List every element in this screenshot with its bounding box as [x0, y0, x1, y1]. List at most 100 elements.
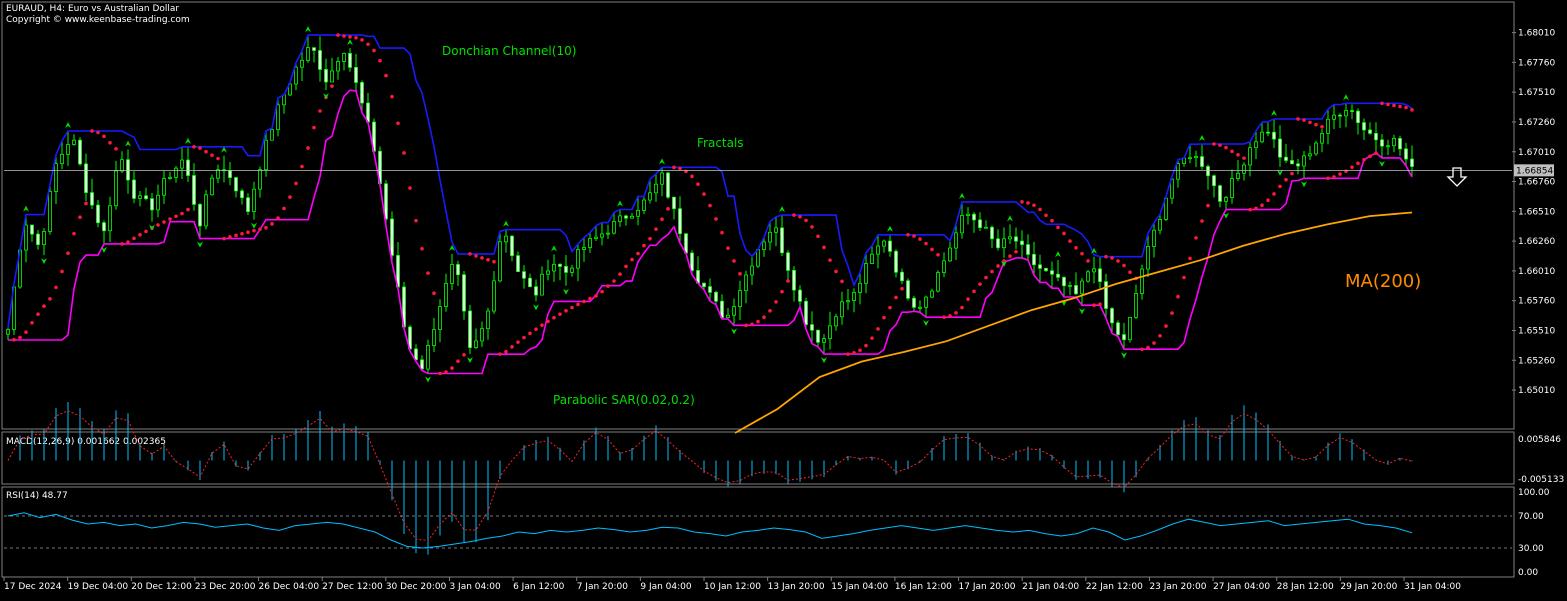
candle-body [360, 82, 364, 104]
sar-dot [498, 352, 502, 356]
candle-body [120, 159, 124, 172]
time-tick-label: 6 Jan 12:00 [513, 582, 565, 592]
candle-body [954, 232, 958, 249]
fractal-down [251, 222, 257, 229]
candle-body [474, 340, 478, 348]
rsi-line [7, 512, 1413, 549]
sar-dot [1290, 171, 1294, 176]
candle-body [1260, 131, 1264, 143]
candle-body [246, 197, 250, 212]
candle-body [918, 306, 922, 309]
sar-dot [660, 217, 664, 222]
fractal-down [1223, 212, 1229, 219]
sar-dot [924, 241, 928, 246]
price-tick-label: 1.65260 [1518, 356, 1555, 366]
sar-dot [960, 305, 964, 310]
candle-body [672, 196, 676, 210]
candle-body [318, 50, 322, 70]
candle-body [840, 301, 844, 318]
sar-dot [414, 218, 418, 223]
sar-dot [726, 246, 730, 251]
fractal-down [425, 376, 431, 383]
sar-dot [1032, 203, 1036, 208]
sar-dot [666, 207, 670, 211]
candle-body [1212, 175, 1216, 187]
sar-dot [1020, 200, 1024, 204]
fractal-up [551, 245, 557, 252]
candle-body [228, 170, 232, 178]
sar-dot [1254, 206, 1258, 211]
candle-body [234, 177, 238, 192]
sar-dot [774, 300, 778, 304]
candle-body [264, 139, 268, 171]
sar-dot [252, 228, 256, 233]
sar-dot [984, 275, 988, 280]
time-tick-label: 29 Jan 20:00 [1340, 582, 1397, 592]
sar-dot [1116, 259, 1120, 263]
candle-body [1020, 240, 1024, 245]
candle-body [1146, 246, 1150, 270]
candle-body [84, 163, 88, 193]
sar-dot [426, 271, 430, 275]
sar-dot [1194, 236, 1198, 240]
price-tick-label: 1.67260 [1518, 118, 1555, 128]
sar-dot [222, 236, 226, 241]
candle-body [1410, 158, 1414, 167]
candle-body [1140, 268, 1144, 294]
time-tick-label: 20 Dec 12:00 [131, 582, 192, 592]
candle-body [1272, 131, 1276, 140]
candle-body [1404, 148, 1408, 160]
candle-body [852, 292, 856, 302]
fractal-up [959, 192, 965, 199]
candle-body [1014, 236, 1018, 242]
sar-dot [1296, 117, 1300, 121]
sar-dot [894, 295, 898, 300]
candle-body [294, 66, 298, 85]
rsi-tick-label: 0.00 [1518, 568, 1538, 578]
sar-dot [1014, 249, 1018, 254]
sar-dot [48, 297, 52, 301]
sar-dot [114, 147, 118, 151]
sar-dot [816, 234, 820, 239]
sar-dot [258, 227, 262, 231]
sar-dot [990, 269, 994, 274]
candle-body [642, 199, 646, 211]
chart-canvas[interactable]: Donchian Channel(10) Fractals Parabolic SA… [0, 0, 1567, 597]
sar-dot [888, 305, 892, 310]
sar-dot [1320, 124, 1324, 129]
sar-dot [168, 217, 172, 221]
fractal-up [1199, 135, 1205, 142]
main-panel-frame [1, 1, 1515, 430]
sar-dot [810, 225, 814, 229]
fractal-down [101, 246, 107, 253]
candle-body [1074, 285, 1078, 295]
candle-body [774, 227, 778, 233]
candle-body [252, 188, 256, 212]
candle-body [924, 296, 928, 308]
candle-body [1128, 316, 1132, 341]
candle-body [1326, 118, 1330, 134]
fractal-down [197, 241, 203, 248]
sar-dot [1122, 263, 1126, 268]
candle-body [534, 286, 538, 296]
macd-panel-frame [1, 431, 1515, 485]
sar-dot [942, 315, 946, 319]
sar-dot [348, 35, 352, 39]
sar-dot [618, 272, 622, 276]
price-tick-label: 1.66260 [1518, 237, 1555, 247]
candle-body [648, 192, 652, 201]
sar-dot [1008, 254, 1012, 258]
candle-body [54, 163, 58, 192]
candle-body [900, 271, 904, 282]
candle-body [576, 249, 580, 269]
candle-body [948, 247, 952, 262]
sar-dot [312, 125, 316, 130]
sar-dot [1164, 324, 1168, 328]
sar-dot [1230, 149, 1234, 154]
candle-body [174, 167, 178, 178]
time-tick-label: 10 Jan 12:00 [704, 582, 761, 592]
annotation-fractals: Fractals [697, 136, 744, 150]
fractal-up [1271, 109, 1277, 116]
sar-dot [516, 340, 520, 344]
sar-dot [648, 236, 652, 241]
